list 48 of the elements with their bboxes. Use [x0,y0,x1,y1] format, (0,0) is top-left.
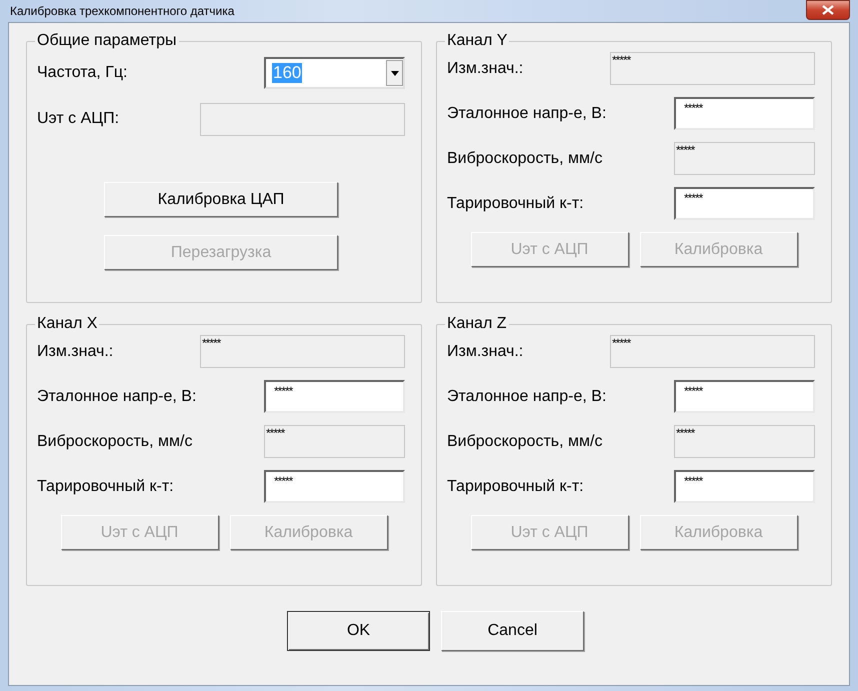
input-field[interactable]: ***** [264,470,405,503]
field-label: Изм.знач.: [37,342,114,360]
field-value: ***** [202,336,220,350]
readonly-field[interactable]: ***** [264,425,405,458]
field-label: Эталонное напр-е, В: [447,104,606,122]
field-label: Изм.знач.: [447,60,524,78]
field-label: Виброскорость, мм/с [37,432,192,450]
cancel-button[interactable]: Cancel [441,611,584,651]
field-label: Виброскорость, мм/с [447,432,602,450]
dropdown-value: 160 [272,63,302,83]
group-title: Общие параметры [35,32,179,50]
field-label: Эталонное напр-е, В: [37,388,196,406]
field-value: ***** [612,53,630,67]
field-value: ***** [684,384,702,398]
field-value: ***** [266,426,284,440]
close-icon [822,5,834,15]
dropdown-arrow-icon [390,70,398,76]
dialog-button[interactable]: Калибровка ЦАП [104,182,338,217]
field-label: Виброскорость, мм/с [447,150,602,168]
field-label: Тарировочный к-т: [447,194,584,212]
field-label: Эталонное напр-е, В: [447,388,606,406]
field-value: ***** [676,426,694,440]
input-field[interactable]: ***** [674,470,815,503]
window-title: Калибровка трехкомпонентного датчика [9,4,234,18]
field-value: ***** [684,101,702,115]
readonly-field[interactable]: ***** [674,425,815,458]
field-value: ***** [274,384,292,398]
field-label: Частота, Гц: [37,64,128,82]
field-label: Тарировочный к-т: [37,478,174,496]
field-label: Изм.знач.: [447,342,524,360]
ok-button[interactable]: OK [287,611,430,651]
input-field[interactable]: ***** [674,97,815,130]
readonly-field[interactable]: ***** [674,142,815,175]
field-value: ***** [612,336,630,350]
input-field[interactable]: ***** [674,187,815,220]
field-label: Тарировочный к-т: [447,478,584,496]
readonly-field[interactable] [200,102,405,136]
close-button[interactable] [806,0,850,20]
field-label: Uэт с АЦП: [37,110,120,128]
readonly-field[interactable]: ***** [200,335,405,368]
readonly-field[interactable]: ***** [610,335,815,368]
field-value: ***** [676,143,694,157]
input-field[interactable]: ***** [674,380,815,413]
readonly-field[interactable]: ***** [610,52,815,85]
field-value: ***** [274,474,292,488]
input-field[interactable]: ***** [264,380,405,413]
field-value: ***** [684,474,702,488]
field-value: ***** [684,191,702,205]
